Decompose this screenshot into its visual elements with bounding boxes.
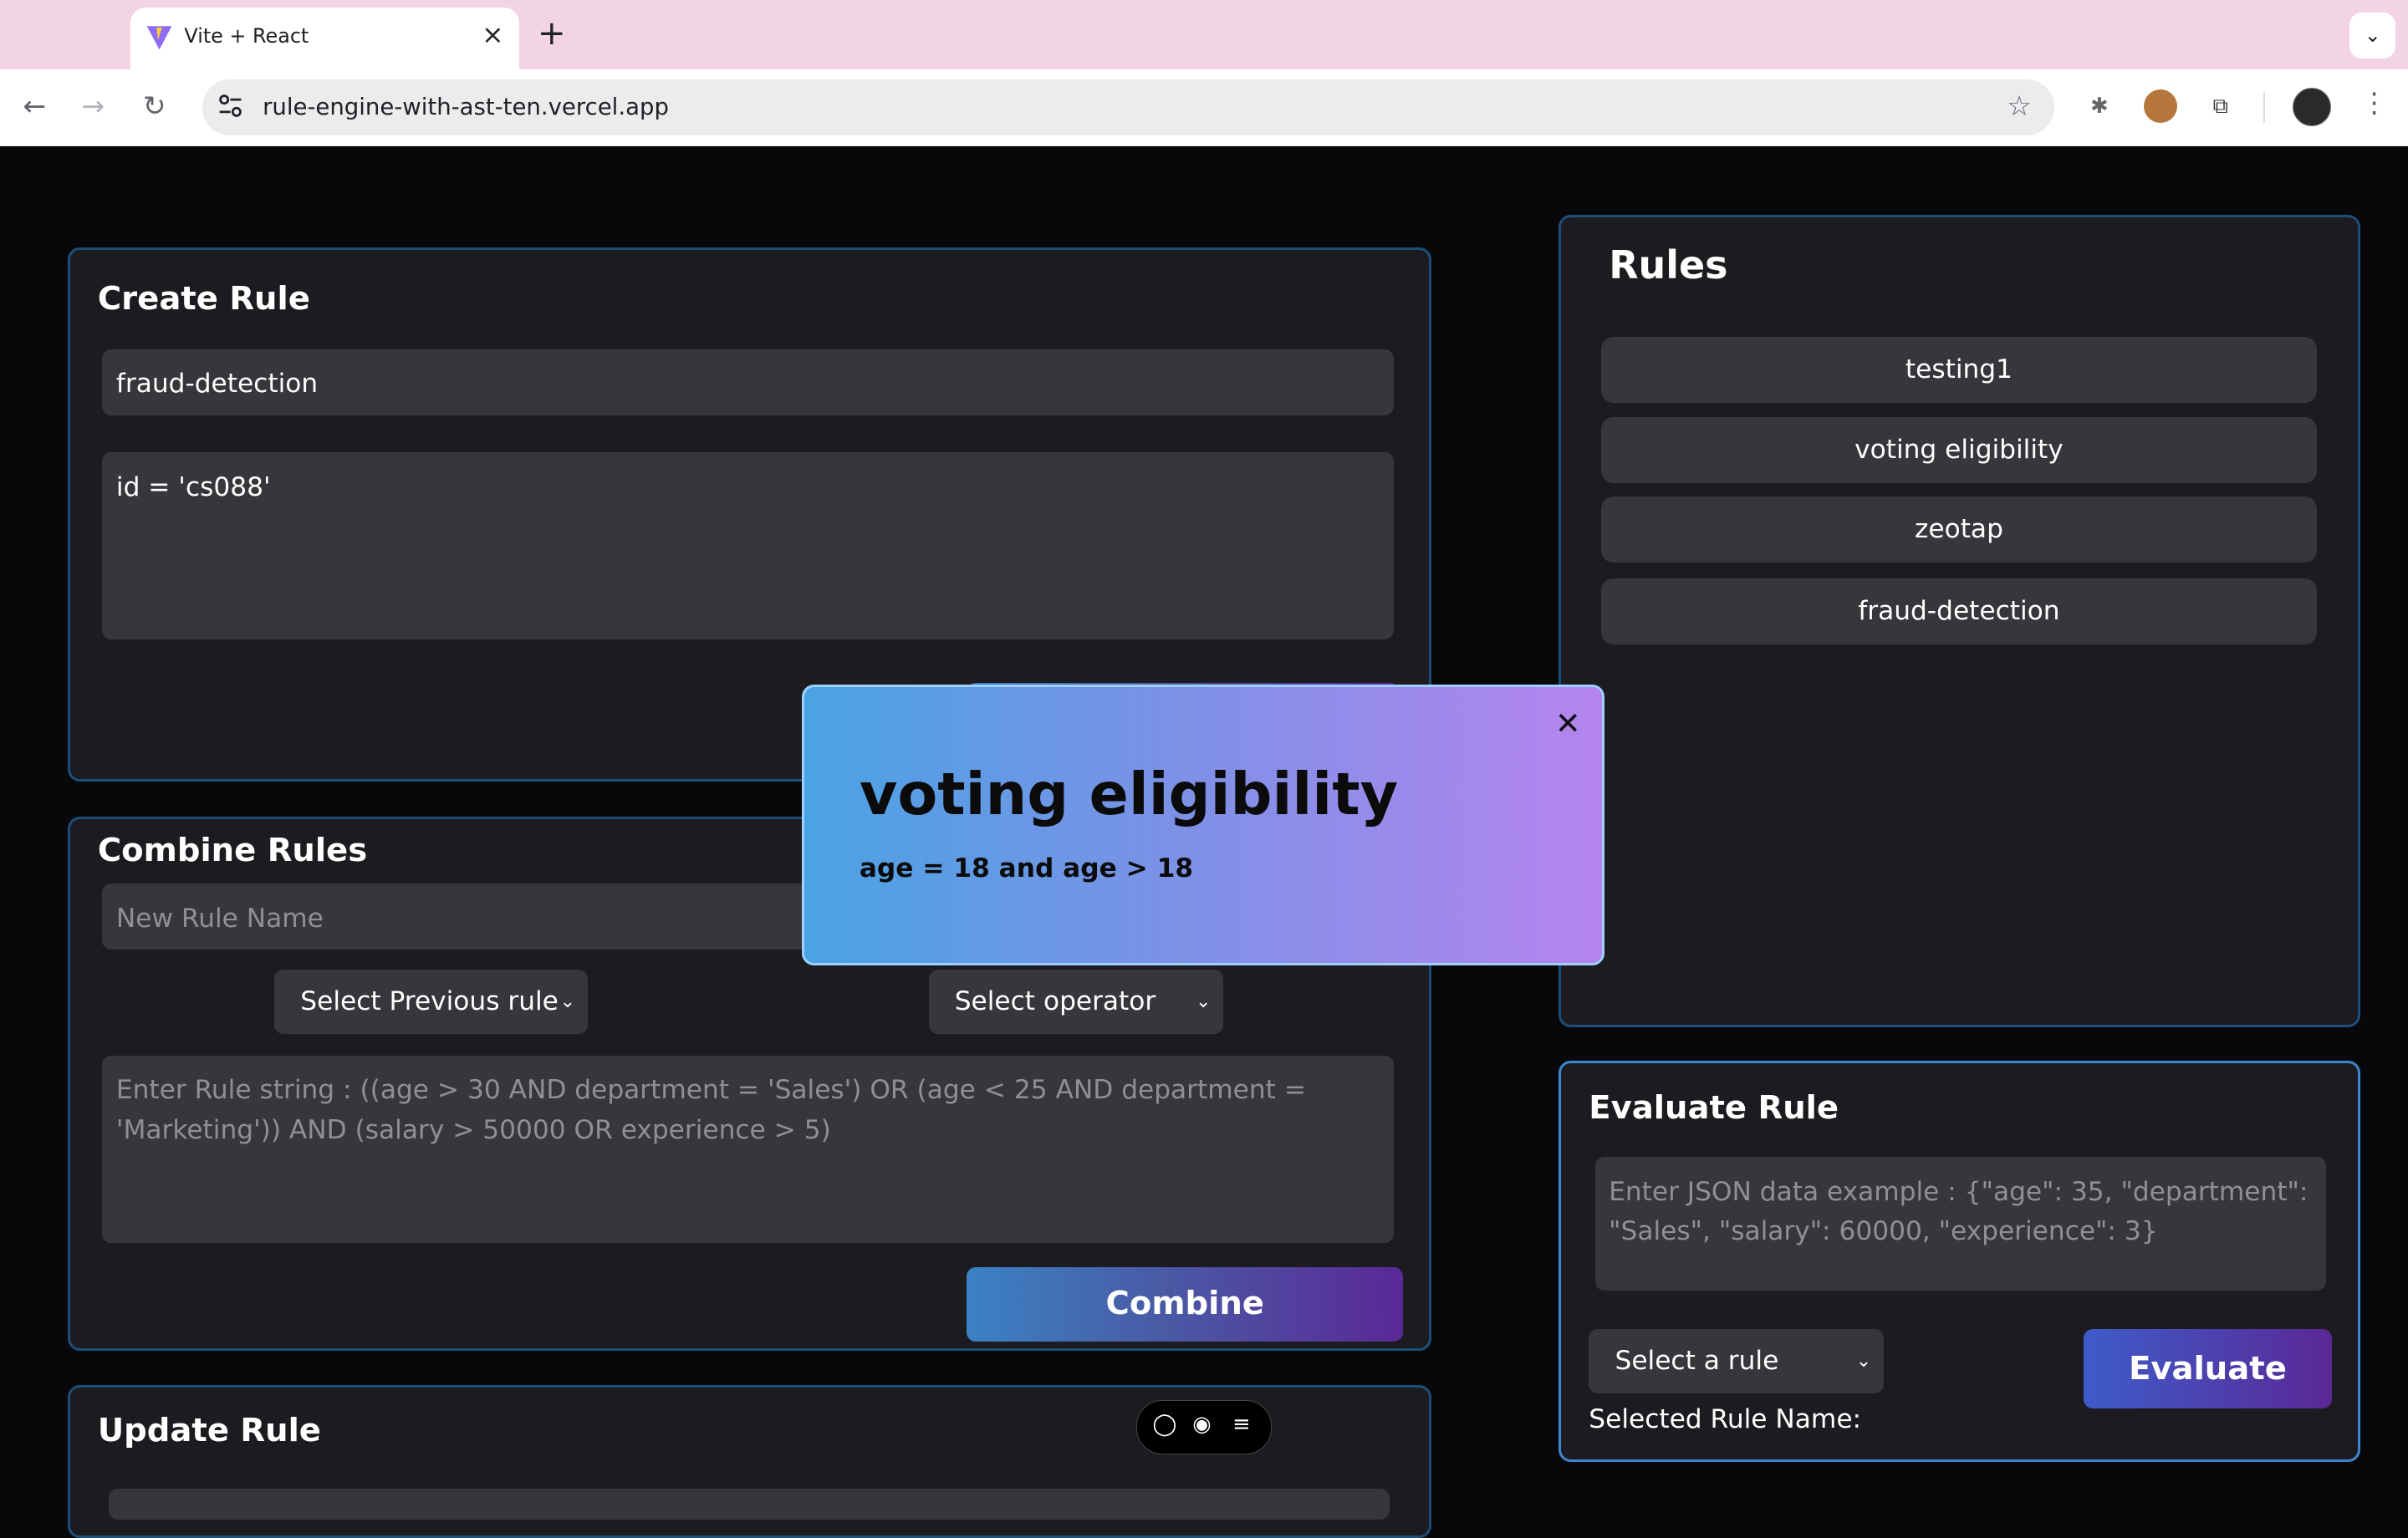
rule-string-textarea[interactable]: id = 'cs088' xyxy=(102,452,1395,640)
new-tab-icon[interactable]: + xyxy=(538,13,566,53)
selected-rule-name-label: Selected Rule Name: xyxy=(1589,1403,1862,1434)
url-text: rule-engine-with-ast-ten.vercel.app xyxy=(263,94,669,120)
menu-icon[interactable]: ≡ xyxy=(1232,1412,1251,1437)
toolbar-divider xyxy=(2263,92,2266,123)
bookmark-star-icon[interactable]: ☆ xyxy=(2007,89,2032,122)
browser-tab-bar: Vite + React × + ⌄ xyxy=(0,0,2408,69)
rule-item-fraud-detection[interactable]: fraud-detection xyxy=(1601,578,2317,644)
chevron-down-icon: ⌄ xyxy=(1855,1350,1872,1372)
evaluate-button[interactable]: Evaluate xyxy=(2083,1328,2333,1409)
site-info-icon[interactable] xyxy=(217,92,244,120)
rule-select-label: Select a rule xyxy=(1615,1345,1779,1376)
extensions-puzzle-icon[interactable]: ⧉ xyxy=(2204,89,2237,123)
close-tab-icon[interactable]: × xyxy=(482,20,503,50)
rule-item-zeotap[interactable]: zeotap xyxy=(1601,497,2317,563)
tab-title: Vite + React xyxy=(184,24,309,48)
back-icon[interactable]: ← xyxy=(23,89,47,122)
previous-rule-select-label: Select Previous rule xyxy=(300,986,559,1017)
rule-select[interactable]: Select a rule ⌄ xyxy=(1589,1328,1884,1394)
address-bar[interactable]: rule-engine-with-ast-ten.vercel.app ☆ xyxy=(202,79,2055,135)
combine-rule-string-textarea[interactable]: Enter Rule string : ((age > 30 AND depar… xyxy=(102,1055,1395,1244)
rule-detail-modal: ✕ voting eligibility age = 18 and age > … xyxy=(801,685,1605,966)
rule-item-voting-eligibility[interactable]: voting eligibility xyxy=(1601,416,2317,483)
cookie-extension-icon[interactable] xyxy=(2144,89,2178,123)
rule-item-testing1[interactable]: testing1 xyxy=(1601,337,2317,404)
browser-toolbar: ← → ↻ rule-engine-with-ast-ten.vercel.ap… xyxy=(0,69,2408,147)
comment-icon[interactable]: ◯ xyxy=(1153,1412,1177,1437)
json-data-textarea[interactable]: Enter JSON data example : {"age": 35, "d… xyxy=(1594,1157,2326,1291)
rules-title: Rules xyxy=(1609,242,1728,288)
reload-icon[interactable]: ↻ xyxy=(143,89,166,122)
floating-toolbar: ◯ ◉ ≡ xyxy=(1136,1400,1272,1454)
modal-title: voting eligibility xyxy=(859,761,1399,829)
rule-name-input[interactable]: fraud-detection xyxy=(102,349,1395,416)
modal-rule-string: age = 18 and age > 18 xyxy=(859,853,1194,884)
profile-avatar[interactable] xyxy=(2293,87,2332,126)
browser-tab[interactable]: Vite + React × xyxy=(130,8,519,69)
chevron-down-icon: ⌄ xyxy=(1196,991,1212,1013)
chevron-down-icon: ⌄ xyxy=(559,991,576,1013)
browser-menu-icon[interactable]: ⋮ xyxy=(2360,86,2388,119)
combine-button[interactable]: Combine xyxy=(967,1267,1404,1342)
update-rule-input[interactable] xyxy=(108,1488,1390,1520)
combine-rules-title: Combine Rules xyxy=(97,831,368,869)
close-icon[interactable]: ✕ xyxy=(1555,705,1581,741)
eye-icon[interactable]: ◉ xyxy=(1192,1412,1211,1437)
forward-icon[interactable]: → xyxy=(81,89,105,122)
previous-rule-select[interactable]: Select Previous rule ⌄ xyxy=(274,970,588,1035)
create-rule-title: Create Rule xyxy=(97,280,310,318)
bug-extension-icon[interactable]: ✱ xyxy=(2083,89,2116,123)
update-rule-title: Update Rule xyxy=(97,1412,321,1450)
operator-select-label: Select operator xyxy=(954,986,1156,1017)
operator-select[interactable]: Select operator ⌄ xyxy=(928,970,1224,1035)
rules-panel: Rules testing1 voting eligibility zeotap… xyxy=(1559,215,2360,1027)
vite-logo-icon xyxy=(147,25,172,49)
evaluate-rule-panel: Evaluate Rule Enter JSON data example : … xyxy=(1559,1061,2360,1462)
tab-search-icon[interactable]: ⌄ xyxy=(2349,12,2396,59)
evaluate-rule-title: Evaluate Rule xyxy=(1589,1089,1839,1128)
